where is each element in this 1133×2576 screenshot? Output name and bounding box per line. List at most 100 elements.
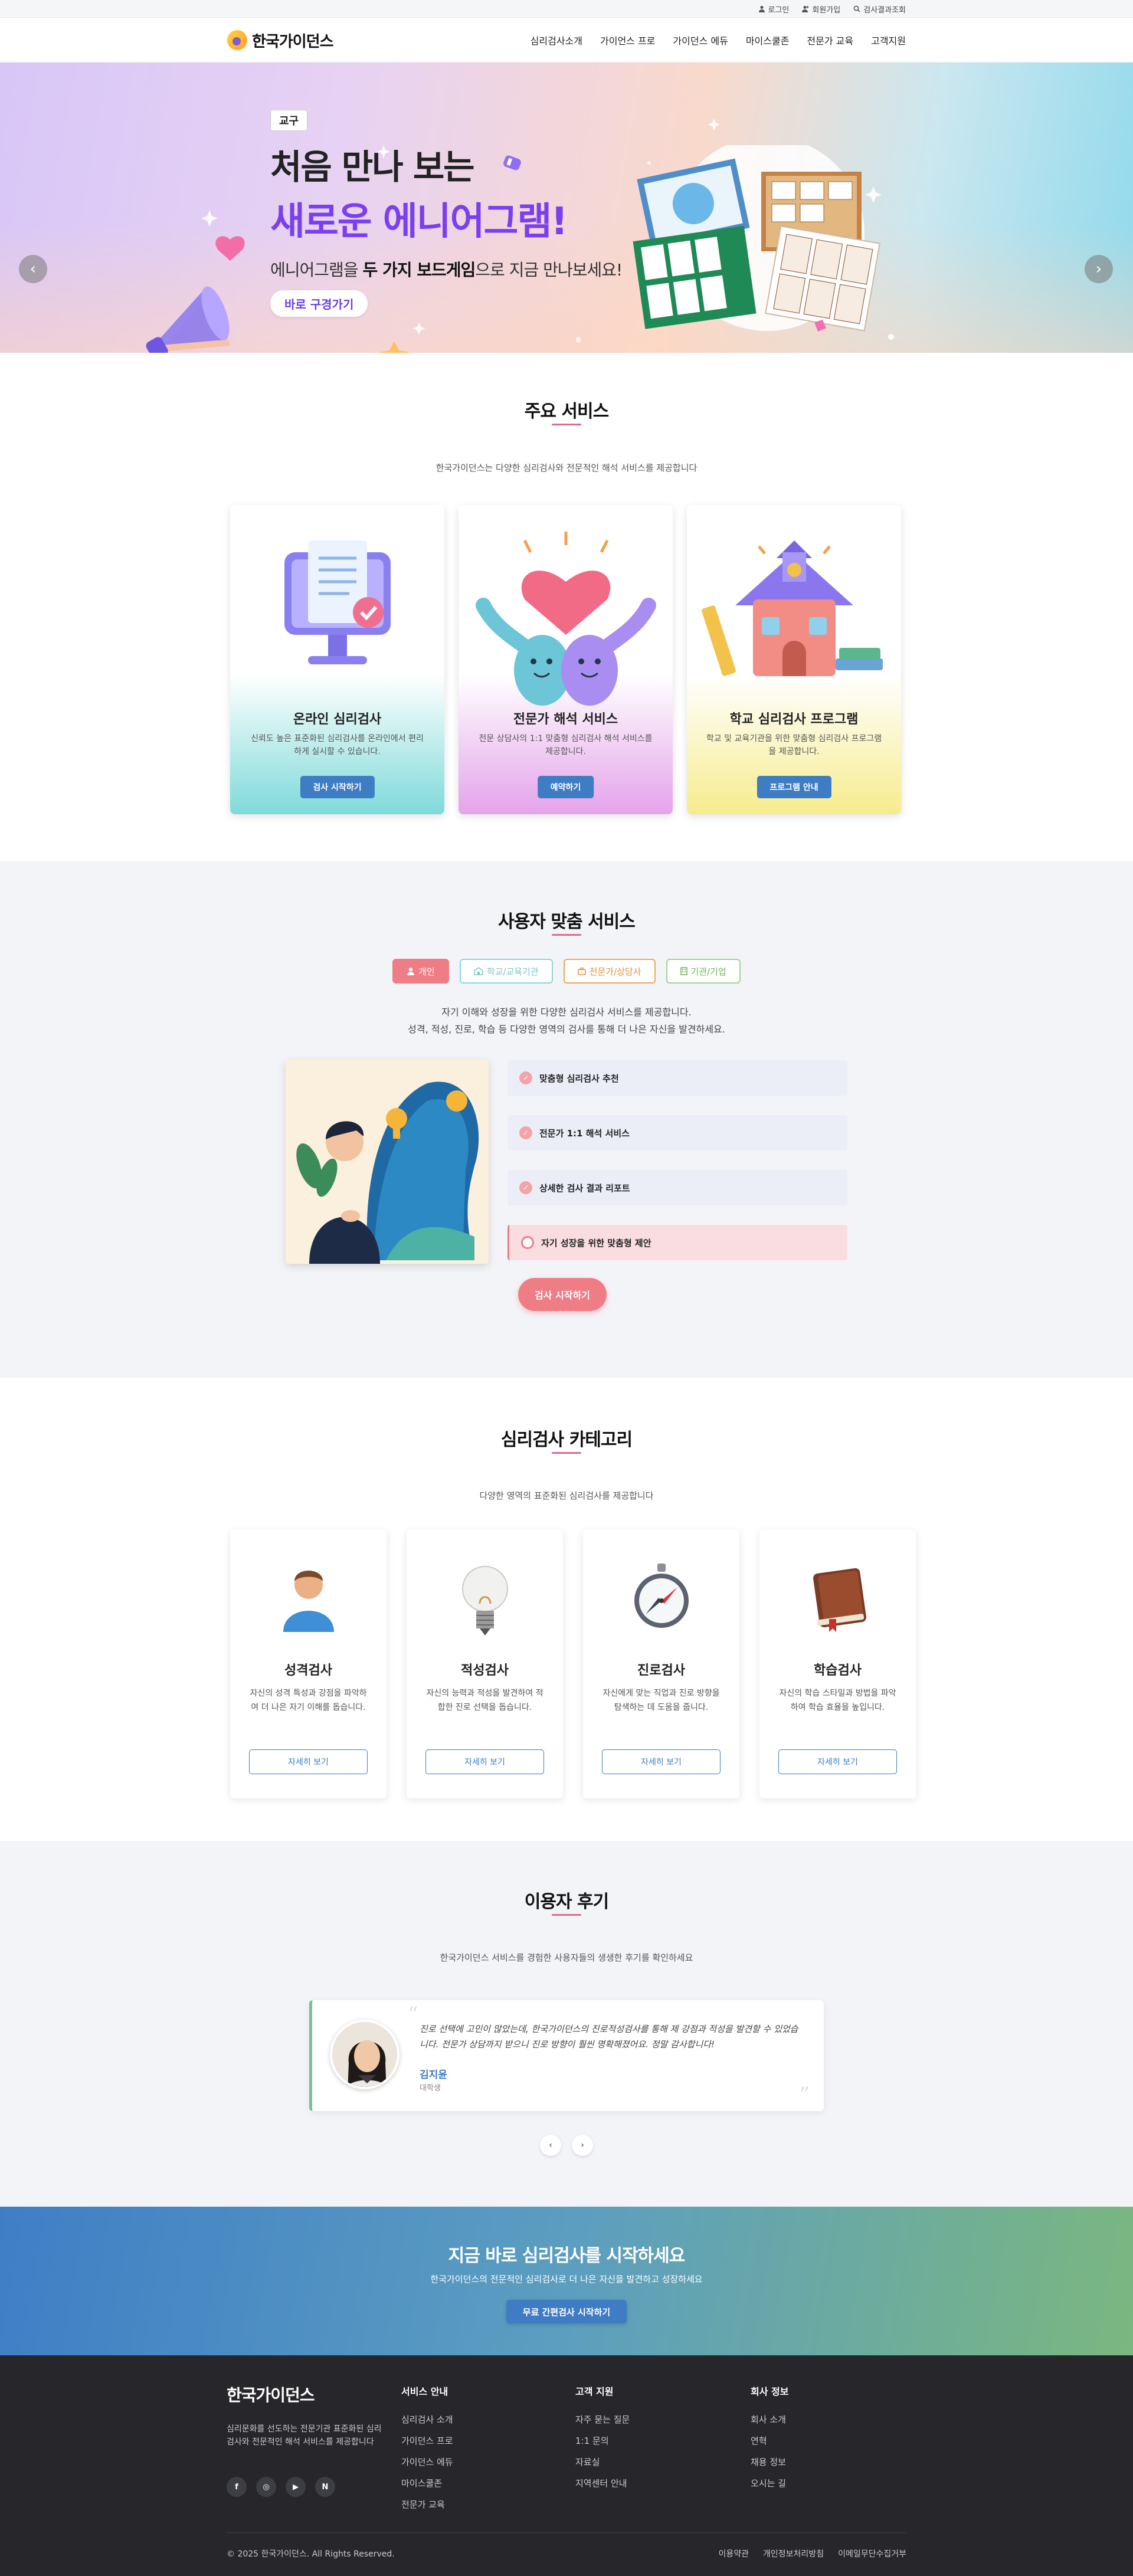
hero-content: 교구 처음 만나 보는 새로운 에니어그램! 에니어그램을 두 가지 보드게임으…: [270, 110, 623, 317]
category-card-learning: 학습검사 자신의 학습 스타일과 방법을 파악하여 학습 효율을 높입니다. 자…: [759, 1530, 916, 1798]
user-service-underline: [552, 934, 581, 936]
start-test-button[interactable]: 검사 시작하기: [300, 776, 375, 798]
footer-link[interactable]: 가이던스 프로: [401, 2434, 453, 2447]
service-card-title: 온라인 심리검사: [293, 712, 382, 727]
nav-item-guidance-pro[interactable]: 가이언스 프로: [600, 33, 655, 47]
person-icon: [283, 1571, 334, 1632]
nav-item-expert-edu[interactable]: 전문가 교육: [807, 33, 853, 47]
review-next-button[interactable]: ›: [572, 2135, 593, 2156]
category-text: 자신에게 맞는 직업과 진로 방향을 탐색하는 데 도움을 줍니다.: [602, 1689, 720, 1712]
result-lookup-link[interactable]: 검사결과조회: [853, 4, 906, 15]
check-icon: ✓: [519, 1126, 532, 1139]
nav-item-support[interactable]: 고객지원: [871, 33, 906, 47]
privacy-link[interactable]: 개인정보처리방침: [763, 2548, 824, 2559]
category-name: 성격검사: [284, 1663, 332, 1678]
nav-item-myschoolzone[interactable]: 마이스쿨존: [746, 33, 790, 47]
category-name: 진로검사: [637, 1663, 685, 1678]
reserve-button[interactable]: 예약하기: [537, 776, 594, 798]
nav-item-test-intro[interactable]: 심리검사소개: [531, 33, 582, 47]
user-plus-icon: [802, 6, 809, 12]
feature-label: 자기 성장을 위한 맞춤형 제안: [541, 1237, 651, 1248]
login-label: 로그인: [768, 5, 790, 15]
review-card: “ ” 진로 선택에 고민이 많았는데, 한국가이던스의 진로적성검사를 통해 …: [309, 2000, 824, 2111]
category-detail-button[interactable]: 자세히 보기: [425, 1749, 544, 1774]
service-card-text: 전문 상담사의 1:1 맞춤형 심리검사 해석 서비스를 제공합니다.: [479, 734, 653, 757]
login-link[interactable]: 로그인: [758, 4, 790, 15]
feature-item[interactable]: ✓ 맞춤형 심리검사 추천: [507, 1060, 847, 1096]
naver-blog-icon[interactable]: N: [315, 2477, 335, 2497]
hero-subtitle: 에니어그램을 두 가지 보드게임으로 지금 만나보세요!: [270, 257, 623, 281]
category-text: 자신의 학습 스타일과 방법을 파악하여 학습 효율을 높입니다.: [779, 1689, 896, 1712]
facebook-icon[interactable]: f: [227, 2477, 247, 2497]
hero-next-button[interactable]: ›: [1085, 255, 1113, 283]
footer-link[interactable]: 연혁: [751, 2434, 788, 2447]
terms-link[interactable]: 이용약관: [719, 2548, 749, 2559]
footer-link[interactable]: 채용 정보: [751, 2456, 788, 2468]
hero-cta-button[interactable]: 바로 구경가기: [270, 290, 368, 317]
category-underline: [552, 1452, 581, 1454]
nav-item-guidance-edu[interactable]: 가이던스 에듀: [673, 33, 728, 47]
feature-item[interactable]: ✓ 상세한 검사 결과 리포트: [507, 1170, 847, 1205]
reviews-title: 이용자 후기: [524, 1892, 609, 1912]
instagram-icon[interactable]: ◎: [256, 2477, 276, 2497]
category-card-personality: 성격검사 자신의 성격 특성과 강점을 파악하여 더 나은 자기 이해를 돕습니…: [230, 1530, 387, 1798]
cta-banner: 지금 바로 심리검사를 시작하세요 한국가이던스의 전문적인 심리검사로 더 나…: [0, 2207, 1133, 2355]
feature-item[interactable]: ✓ 전문가 1:1 해석 서비스: [507, 1115, 847, 1151]
footer-link[interactable]: 오시는 길: [751, 2477, 788, 2489]
youtube-icon[interactable]: ▶: [286, 2477, 306, 2497]
copyright: © 2025 한국가이던스. All Rights Reserved.: [227, 2549, 395, 2559]
service-card-title: 전문가 해석 서비스: [513, 712, 618, 727]
footer-link[interactable]: 심리검사 소개: [401, 2413, 453, 2426]
user-service-desc-line2: 성격, 적성, 진로, 학습 등 다양한 영역의 검사를 통해 더 나은 자신을…: [408, 1023, 725, 1035]
reviewer-role: 대학생: [420, 2084, 441, 2093]
ring-icon: ·: [521, 1236, 534, 1249]
service-cards: 온라인 심리검사 신뢰도 높은 표준화된 심리검사를 온라인에서 편리하게 실시…: [230, 505, 901, 814]
category-name: 학습검사: [814, 1663, 862, 1678]
cta-title: 지금 바로 심리검사를 시작하세요: [448, 2246, 686, 2266]
footer-link[interactable]: 가이던스 에듀: [401, 2456, 453, 2468]
tab-personal[interactable]: 개인: [392, 959, 449, 984]
site-footer: 한국가이던스 심리문화를 선도하는 전문기관 표준화된 심리검사와 전문적인 해…: [0, 2355, 1133, 2576]
category-detail-button[interactable]: 자세히 보기: [778, 1749, 897, 1774]
hero-title-line1: 처음 만나 보는: [270, 147, 475, 187]
category-detail-button[interactable]: 자세히 보기: [249, 1749, 368, 1774]
email-policy-link[interactable]: 이메일무단수집거부: [838, 2548, 906, 2559]
free-test-button[interactable]: 무료 간편검사 시작하기: [506, 2300, 627, 2323]
hero-subtitle-pre: 에니어그램을: [270, 260, 363, 280]
tab-label: 학교/교육기관: [486, 966, 539, 977]
feature-label: 맞춤형 심리검사 추천: [539, 1073, 619, 1084]
hero-prev-button[interactable]: ‹: [19, 255, 47, 283]
category-detail-button[interactable]: 자세히 보기: [602, 1749, 721, 1774]
footer-link[interactable]: 회사 소개: [751, 2413, 788, 2426]
lightbulb-icon: [461, 1566, 508, 1636]
cta-desc: 한국가이던스의 전문적인 심리검사로 더 나은 자신을 발견하고 성장하세요: [430, 2274, 703, 2285]
footer-link[interactable]: 전문가 교육: [401, 2498, 453, 2511]
footer-col-title: 서비스 안내: [401, 2386, 448, 2397]
footer-logo[interactable]: 한국가이던스: [227, 2382, 315, 2406]
signup-link[interactable]: 회원가입: [802, 4, 840, 15]
footer-link[interactable]: 1:1 문의: [575, 2434, 630, 2447]
tab-organization[interactable]: 기관/기업: [666, 959, 741, 984]
main-nav: 심리검사소개 가이언스 프로 가이던스 에듀 마이스쿨존 전문가 교육 고객지원: [531, 33, 906, 47]
check-icon: ✓: [519, 1181, 532, 1194]
footer-link[interactable]: 자주 묻는 질문: [575, 2413, 630, 2426]
search-icon: [853, 5, 860, 12]
footer-link[interactable]: 자료실: [575, 2456, 630, 2468]
self-discovery-illustration: [286, 1060, 489, 1264]
user-icon: [758, 5, 765, 12]
quote-open-icon: “: [408, 2003, 418, 2026]
feature-item-active[interactable]: · 자기 성장을 위한 맞춤형 제안: [507, 1225, 847, 1260]
footer-link[interactable]: 마이스쿨존: [401, 2477, 453, 2489]
user-start-test-button[interactable]: 검사 시작하기: [518, 1278, 607, 1311]
footer-link[interactable]: 지역센터 안내: [575, 2477, 630, 2489]
tab-expert[interactable]: 전문가/상담사: [563, 959, 656, 984]
main-services-underline: [552, 424, 581, 425]
footer-divider: [227, 2532, 906, 2533]
site-logo[interactable]: 한국가이던스: [227, 30, 334, 51]
footer-col-services: 서비스 안내 심리검사 소개 가이던스 프로 가이던스 에듀 마이스쿨존 전문가…: [401, 2384, 453, 2519]
user-icon: [407, 968, 415, 975]
program-info-button[interactable]: 프로그램 안내: [757, 776, 831, 798]
review-prev-button[interactable]: ‹: [540, 2135, 561, 2156]
tab-school[interactable]: 학교/교육기관: [459, 959, 553, 984]
category-text: 자신의 성격 특성과 강점을 파악하여 더 나은 자기 이해를 돕습니다.: [250, 1689, 367, 1712]
